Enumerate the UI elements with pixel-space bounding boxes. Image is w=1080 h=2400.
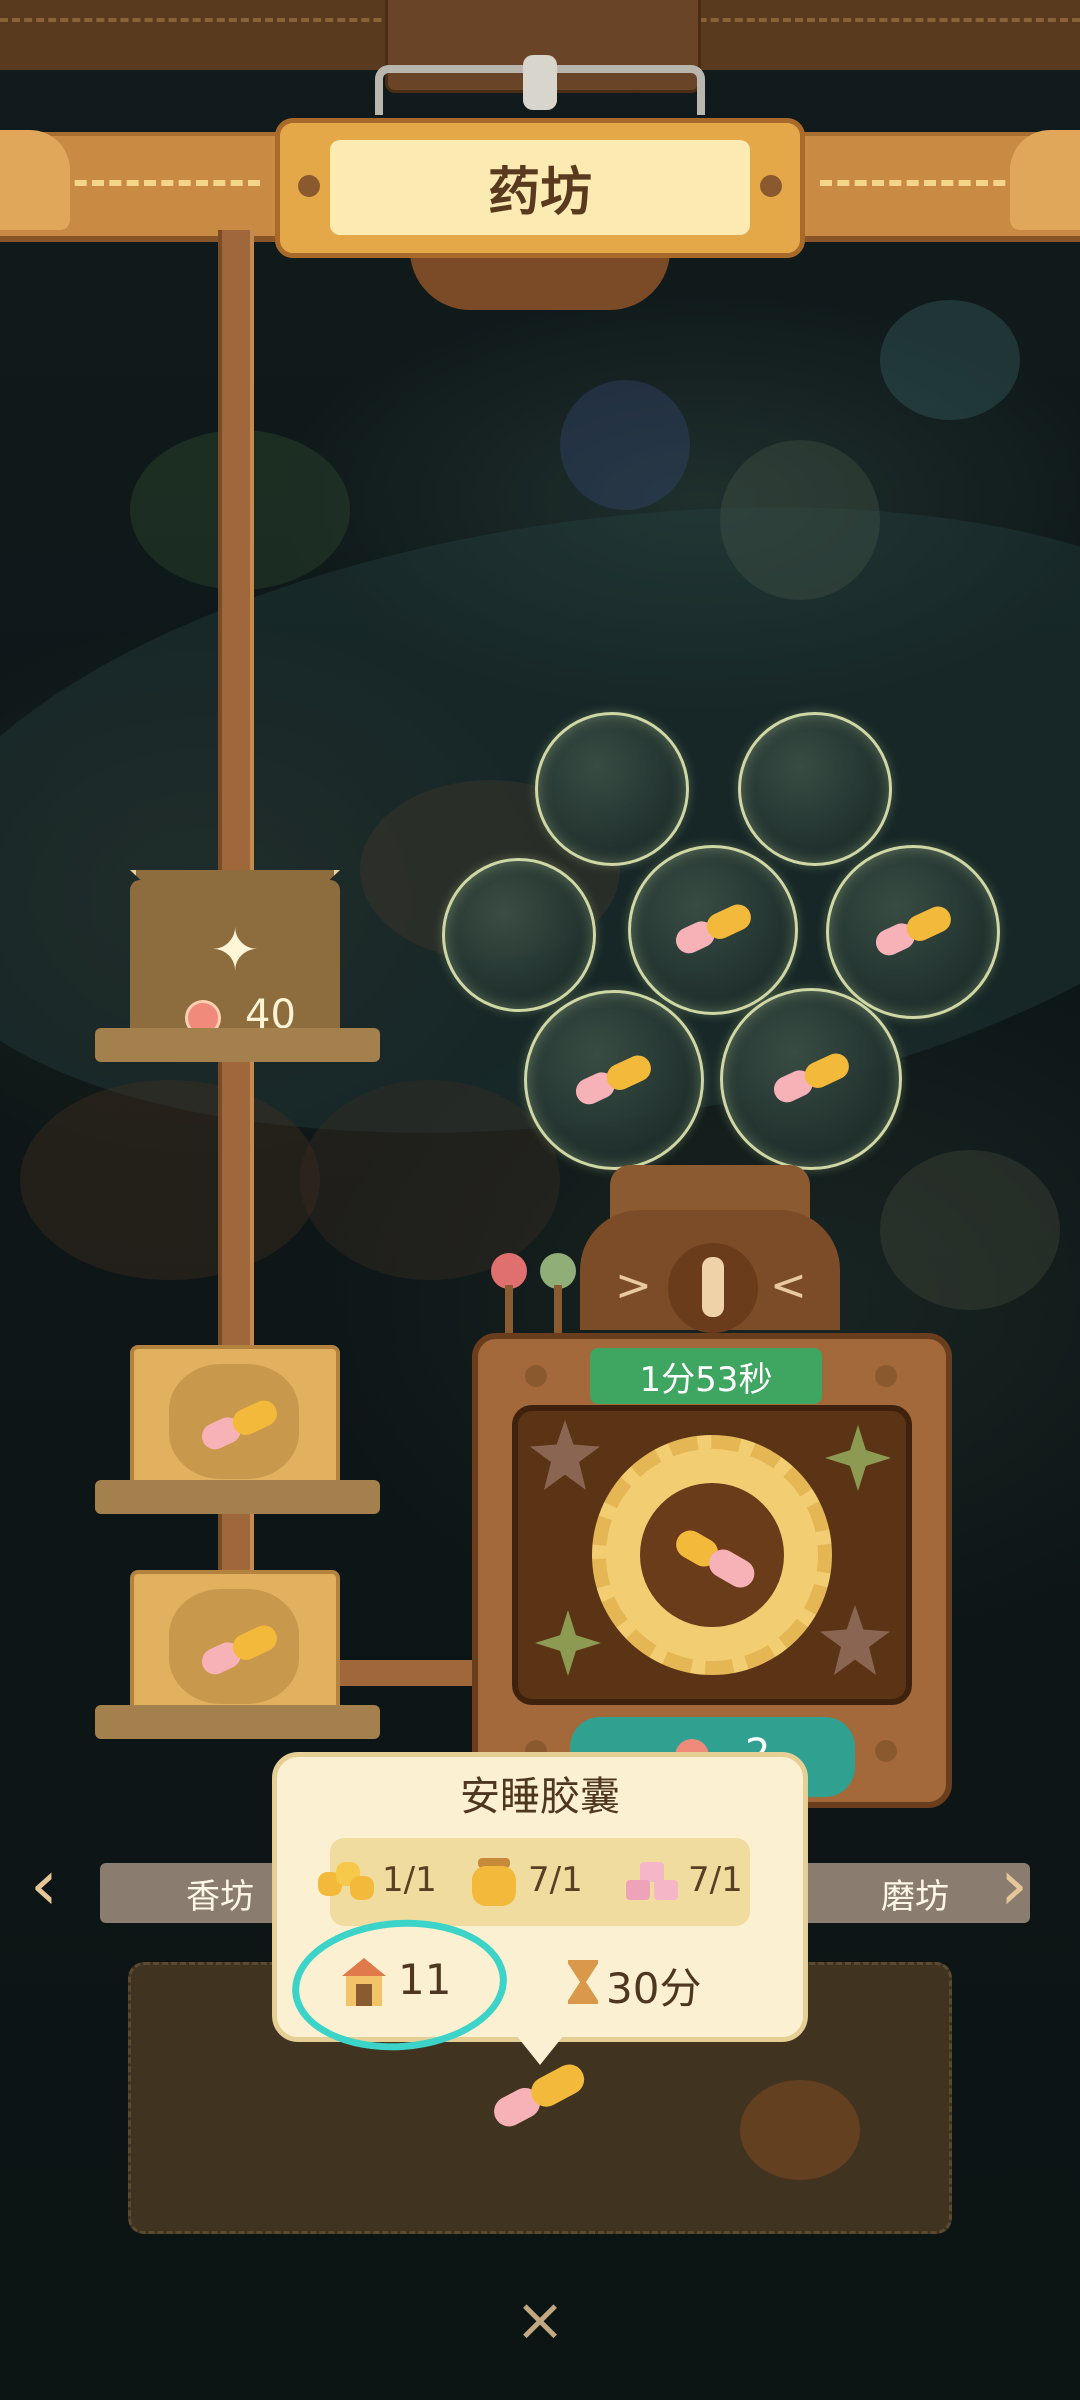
storage-bubble-capsule[interactable] [628,845,798,1015]
knob-stem [554,1285,562,1340]
ingredient-amount: 7/1 [528,1860,583,1900]
belt-corner-right [1010,130,1080,230]
background-mushrooms [20,1080,320,1280]
screw-icon [760,175,782,197]
gear-hub [632,1475,792,1635]
storage-bubble-empty[interactable] [738,712,892,866]
title-plate-base [410,250,670,310]
machine-lever[interactable] [668,1243,758,1333]
screw-icon [875,1740,897,1762]
chevron-right-icon: > [615,1260,652,1311]
background-mushrooms [300,1080,560,1280]
shelf [95,1480,380,1514]
belt-stitch-left [40,180,260,186]
belt-stitch-right [820,180,1040,186]
capsule-icon [201,1400,277,1450]
nav-next-button[interactable]: 磨坊 [800,1863,1030,1923]
capsule-icon [875,906,951,956]
page-title: 药坊 [330,140,750,235]
screw-icon [875,1365,897,1387]
shelf [95,1705,380,1739]
connector-pipe [340,1660,480,1686]
storage-bubble-capsule[interactable] [720,988,902,1170]
hourglass-icon [568,1960,598,2004]
honeycomb-icon [318,1862,374,1902]
hanger-clip [523,55,557,110]
red-knob-icon [491,1253,527,1289]
shelf [95,1028,380,1062]
capsule-icon [201,1625,277,1675]
knob-stem [505,1285,513,1340]
capsule-icon [575,1055,651,1105]
queue-slot[interactable] [130,1570,340,1720]
belt-corner-left [0,130,70,230]
capsule-icon [675,904,751,954]
queue-slot[interactable] [130,1345,340,1495]
storage-bubble-empty[interactable] [442,858,596,1012]
ingredient-amount: 1/1 [382,1860,437,1900]
storage-bubble-capsule[interactable] [524,990,704,1170]
storage-bubble-empty[interactable] [535,712,689,866]
lever-handle-icon [702,1257,724,1317]
capsule-icon [676,1530,755,1588]
recipe-duration: 30分 [606,1964,702,2013]
honey-jar-icon [472,1858,516,1906]
screw-icon [298,175,320,197]
green-knob-icon [540,1253,576,1289]
nav-next-label: 磨坊 [881,1876,949,1917]
tray-decoration [740,2080,860,2180]
chevron-right-icon[interactable]: › [1000,1850,1028,1920]
chevron-left-icon: < [770,1260,807,1311]
screw-icon [525,1365,547,1387]
ingredient-amount: 7/1 [688,1860,743,1900]
nav-prev-label: 香坊 [186,1876,254,1917]
recipe-title: 安睡胶囊 [460,1774,620,1820]
background-flowers [880,300,1020,420]
background-flower [560,380,690,510]
close-button[interactable]: × [510,2285,570,2355]
background-tree [720,440,880,600]
chevron-left-icon[interactable]: ‹ [30,1850,58,1920]
background-cart [880,1150,1060,1310]
capsule-icon[interactable] [480,2060,600,2130]
capsule-icon [773,1053,849,1103]
production-timer: 1分53秒 [590,1348,822,1404]
storage-bubble-capsule[interactable] [826,845,1000,1019]
sparkle-icon: ✦ [210,916,260,984]
sugar-cubes-icon [626,1862,682,1902]
